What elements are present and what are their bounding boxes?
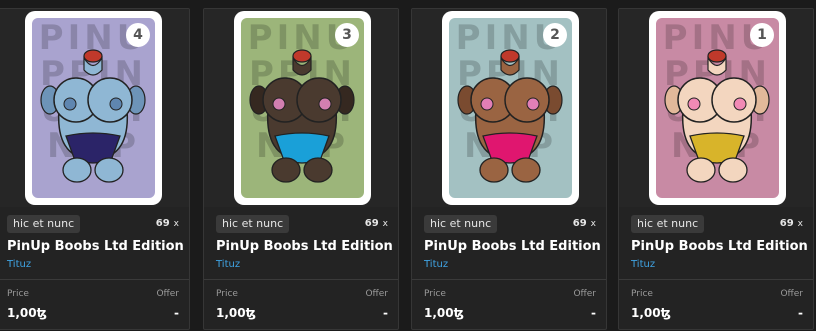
offer-value: - <box>798 306 803 320</box>
artwork-area[interactable]: PINUPPINUPPINUP 3 <box>204 9 398 207</box>
price-label: Price <box>631 289 653 299</box>
left-nipple <box>687 97 701 111</box>
edition-count-suffix: x <box>382 219 388 229</box>
edition-count: 69 x <box>156 215 179 233</box>
right-nipple <box>109 97 123 111</box>
edition-count-suffix: x <box>173 219 179 229</box>
platform-tag[interactable]: hic et nunc <box>7 215 81 233</box>
price-value: 1,00ꜩ <box>424 306 464 320</box>
right-nipple <box>526 97 540 111</box>
creator-link[interactable]: Tituz <box>424 258 448 272</box>
offer-label: Offer <box>780 289 803 299</box>
platform-tag[interactable]: hic et nunc <box>631 215 705 233</box>
left-nipple <box>272 97 286 111</box>
nft-title[interactable]: PinUp Boobs Ltd Edition #3 <box>216 238 398 256</box>
edition-count-value: 69 <box>779 218 794 229</box>
artwork-inner: PINUPPINUPPINUP 1 <box>656 18 779 198</box>
nft-card[interactable]: PINUPPINUPPINUP 1 hic et nunc 69x PinUp … <box>618 8 814 330</box>
offer-value: - <box>591 306 596 320</box>
left-leg <box>686 157 716 183</box>
neck-stump <box>500 49 520 63</box>
price-label: Price <box>7 289 29 299</box>
neck-stump <box>292 49 312 63</box>
edition-number-badge: 3 <box>335 23 359 47</box>
left-leg <box>479 157 509 183</box>
left-nipple <box>480 97 494 111</box>
right-breast <box>504 77 550 123</box>
card-divider <box>0 279 189 280</box>
left-nipple <box>63 97 77 111</box>
edition-count-suffix: x <box>797 219 803 229</box>
neck-stump <box>707 49 727 63</box>
edition-count-value: 69 <box>572 218 587 229</box>
creator-link[interactable]: Tituz <box>216 258 240 272</box>
platform-tag[interactable]: hic et nunc <box>216 215 290 233</box>
price-value: 1,00ꜩ <box>631 306 671 320</box>
price-label: Price <box>216 289 238 299</box>
right-breast <box>711 77 757 123</box>
right-leg <box>303 157 333 183</box>
creator-link[interactable]: Tituz <box>631 258 655 272</box>
offer-label: Offer <box>573 289 596 299</box>
nft-grid: PINUPPINUPPINUP 4 hic et nunc 69x PinUp … <box>0 0 816 331</box>
neck-stump <box>83 49 103 63</box>
right-leg <box>718 157 748 183</box>
artwork-card[interactable]: PINUPPINUPPINUP 3 <box>234 11 371 205</box>
artwork-card[interactable]: PINUPPINUPPINUP 4 <box>25 11 162 205</box>
nft-card[interactable]: PINUPPINUPPINUP 2 hic et nunc 69x PinUp … <box>411 8 607 330</box>
price-label: Price <box>424 289 446 299</box>
artwork-inner: PINUPPINUPPINUP 2 <box>449 18 572 198</box>
artwork-card[interactable]: PINUPPINUPPINUP 2 <box>442 11 579 205</box>
artwork-inner: PINUPPINUPPINUP 3 <box>241 18 364 198</box>
edition-count-value: 69 <box>155 218 170 229</box>
nft-title[interactable]: PinUp Boobs Ltd Edition #4 <box>7 238 189 256</box>
artwork-area[interactable]: PINUPPINUPPINUP 1 <box>619 9 813 207</box>
edition-count: 69 x <box>780 215 803 233</box>
price-value: 1,00ꜩ <box>216 306 256 320</box>
card-divider <box>204 279 398 280</box>
price-value: 1,00ꜩ <box>7 306 47 320</box>
edition-number-badge: 2 <box>543 23 567 47</box>
nft-card[interactable]: PINUPPINUPPINUP 4 hic et nunc 69x PinUp … <box>0 8 190 330</box>
right-leg <box>511 157 541 183</box>
offer-label: Offer <box>365 289 388 299</box>
offer-value: - <box>174 306 179 320</box>
nft-card[interactable]: PINUPPINUPPINUP 3 hic et nunc 69x PinUp … <box>203 8 399 330</box>
creator-link[interactable]: Tituz <box>7 258 31 272</box>
edition-number-badge: 4 <box>126 23 150 47</box>
edition-count: 69 x <box>573 215 596 233</box>
platform-tag[interactable]: hic et nunc <box>424 215 498 233</box>
left-leg <box>271 157 301 183</box>
left-leg <box>62 157 92 183</box>
artwork-area[interactable]: PINUPPINUPPINUP 2 <box>412 9 606 207</box>
right-breast <box>296 77 342 123</box>
artwork-inner: PINUPPINUPPINUP 4 <box>32 18 155 198</box>
edition-count-value: 69 <box>364 218 379 229</box>
right-nipple <box>318 97 332 111</box>
offer-label: Offer <box>156 289 179 299</box>
artwork-card[interactable]: PINUPPINUPPINUP 1 <box>649 11 786 205</box>
edition-number-badge: 1 <box>750 23 774 47</box>
artwork-area[interactable]: PINUPPINUPPINUP 4 <box>0 9 189 207</box>
offer-value: - <box>383 306 388 320</box>
card-divider <box>619 279 813 280</box>
edition-count: 69 x <box>365 215 388 233</box>
right-nipple <box>733 97 747 111</box>
nft-title[interactable]: PinUp Boobs Ltd Edition #1 <box>631 238 813 256</box>
card-divider <box>412 279 606 280</box>
nft-title[interactable]: PinUp Boobs Ltd Edition #2 <box>424 238 606 256</box>
edition-count-suffix: x <box>590 219 596 229</box>
right-leg <box>94 157 124 183</box>
right-breast <box>87 77 133 123</box>
